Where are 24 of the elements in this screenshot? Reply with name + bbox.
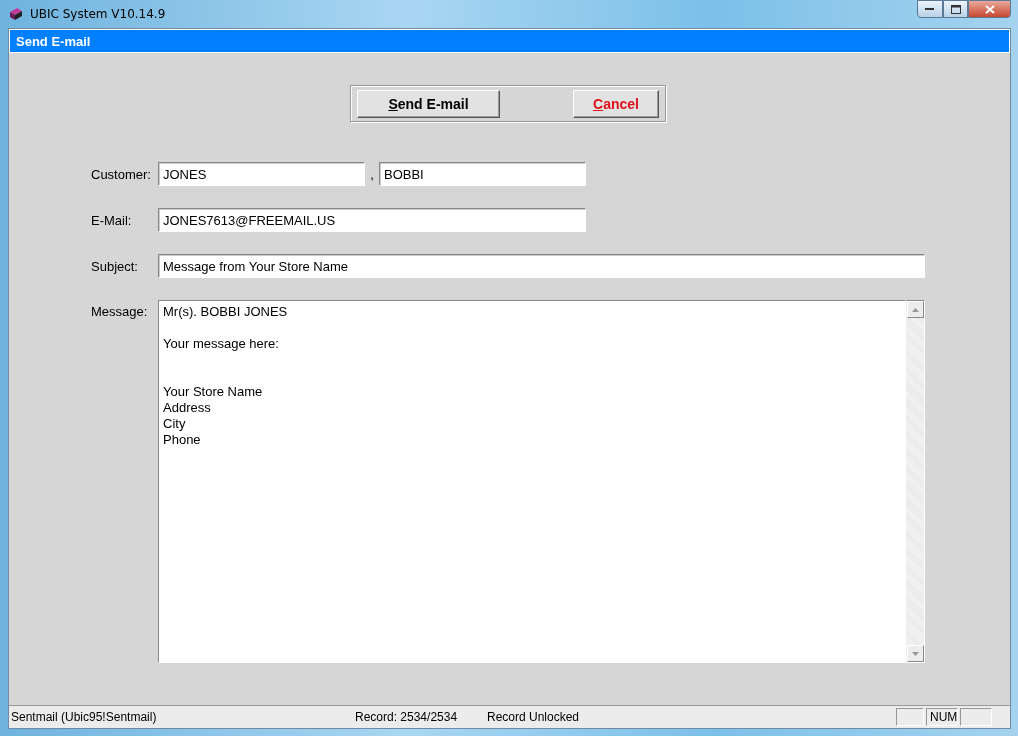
close-button[interactable]	[968, 0, 1011, 18]
cancel-button[interactable]: Cancel	[573, 89, 659, 118]
message-label: Message:	[91, 304, 149, 319]
separator-text: ,	[369, 166, 375, 182]
email-label: E-Mail:	[91, 212, 133, 228]
books-icon	[8, 6, 24, 22]
last-name-field[interactable]: JONES	[158, 162, 365, 186]
subject-label: Subject:	[91, 258, 139, 274]
minimize-button[interactable]	[917, 0, 943, 18]
email-field[interactable]: JONES7613@FREEMAIL.US	[158, 208, 586, 232]
first-name-field[interactable]: BOBBI	[379, 162, 586, 186]
status-lock: Record Unlocked	[486, 710, 581, 724]
maximize-icon	[950, 4, 961, 14]
status-source: Sentmail (Ubic95!Sentmail)	[10, 710, 158, 724]
send-button[interactable]: Send E-mail	[357, 89, 500, 118]
subject-field[interactable]: Message from Your Store Name	[158, 254, 925, 278]
form-title: Send E-mail	[9, 29, 1010, 53]
window-title: UBIC System V10.14.9	[30, 7, 166, 21]
maximize-button[interactable]	[943, 0, 968, 18]
close-icon	[984, 4, 995, 14]
customer-label: Customer:	[91, 166, 152, 182]
status-record: Record: 2534/2534	[354, 710, 459, 724]
num-indicator: NUM	[926, 708, 958, 726]
minimize-icon	[925, 7, 935, 11]
